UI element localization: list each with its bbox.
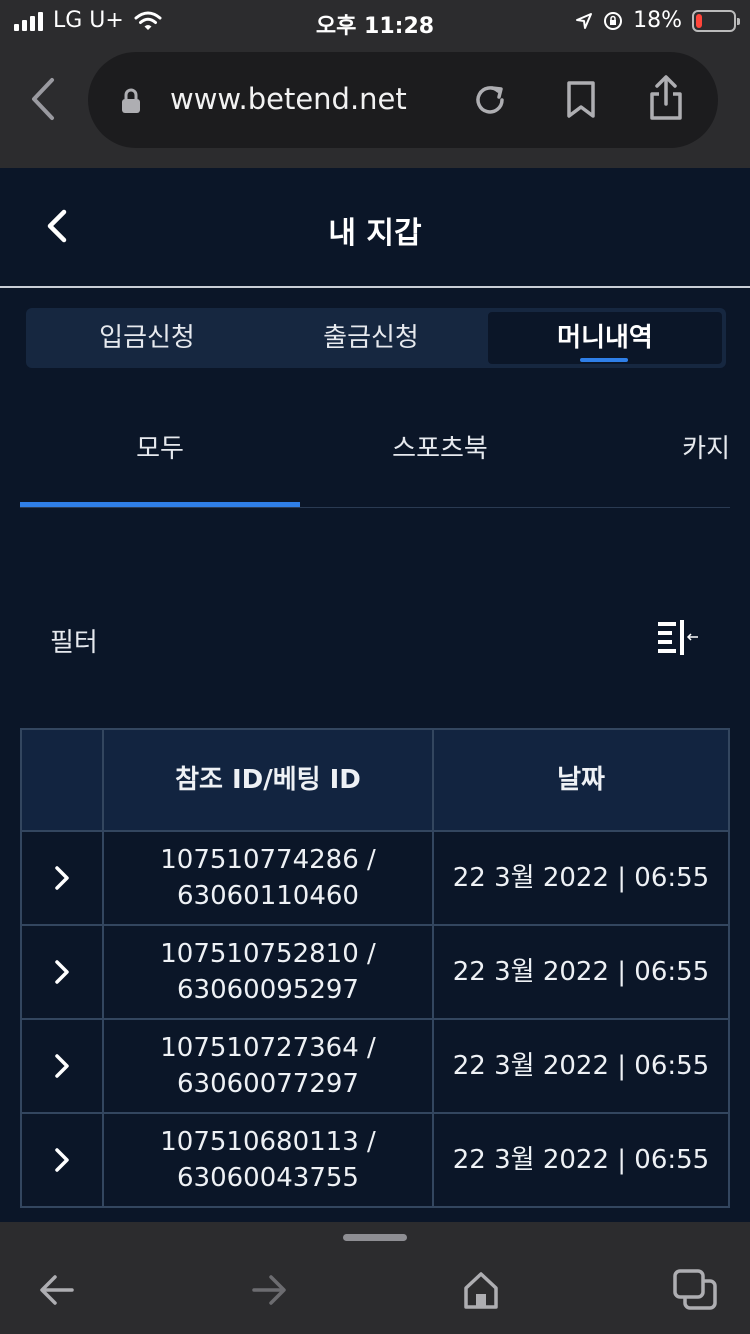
app-header: 내 지갑 [0, 168, 750, 288]
table-row[interactable]: 107510727364 / 63060077297 22 3월 2022 | … [22, 1018, 728, 1112]
location-icon [576, 12, 593, 29]
filter-label[interactable]: 필터 [50, 622, 98, 659]
expand-chevron-icon[interactable] [22, 926, 102, 1018]
browser-bottom-toolbar [0, 1222, 750, 1334]
url-text[interactable]: www.betend.net [170, 82, 407, 116]
table-row[interactable]: 107510680113 / 63060043755 22 3월 2022 | … [22, 1112, 728, 1206]
header-expand-column [22, 730, 102, 830]
table-row[interactable]: 107510752810 / 63060095297 22 3월 2022 | … [22, 924, 728, 1018]
address-bar[interactable]: www.betend.net [88, 52, 718, 148]
page-title: 내 지갑 [328, 216, 422, 251]
ref-bet-id-cell: 107510774286 / 63060110460 [102, 832, 432, 924]
bet-id: 63060110460 [177, 881, 359, 911]
subtab-sportsbook[interactable]: 스포츠북 [300, 428, 580, 465]
tab-deposit-request[interactable]: 입금신청 [30, 312, 264, 364]
bet-id: 63060043755 [177, 1163, 359, 1193]
expand-chevron-icon[interactable] [22, 1114, 102, 1206]
tab-money-history[interactable]: 머니내역 [488, 312, 722, 364]
bet-id: 63060077297 [177, 1069, 359, 1099]
ref-id: 107510774286 / [160, 845, 376, 875]
wallet-segment-tabs: 입금신청 출금신청 머니내역 [26, 308, 726, 368]
battery-icon [692, 9, 740, 32]
ref-bet-id-cell: 107510680113 / 63060043755 [102, 1114, 432, 1206]
date-cell: 22 3월 2022 | 06:55 [432, 832, 728, 924]
active-subtab-indicator [20, 502, 300, 507]
subtab-all[interactable]: 모두 [20, 428, 300, 465]
toolbar-handle[interactable] [343, 1234, 407, 1241]
tab-money-history-label: 머니내역 [557, 323, 653, 353]
tabs-icon[interactable] [672, 1268, 718, 1312]
date-cell: 22 3월 2022 | 06:55 [432, 1114, 728, 1206]
bet-id: 63060095297 [177, 975, 359, 1005]
header-date: 날짜 [432, 730, 728, 830]
active-tab-indicator [580, 358, 628, 362]
money-history-table: 참조 ID/베팅 ID 날짜 107510774286 / 6306011046… [20, 728, 730, 1208]
bookmark-icon[interactable] [564, 80, 598, 120]
reload-icon[interactable] [470, 80, 510, 120]
date-cell: 22 3월 2022 | 06:55 [432, 926, 728, 1018]
filter-collapse-icon[interactable] [656, 618, 700, 656]
table-row[interactable]: 107510774286 / 63060110460 22 3월 2022 | … [22, 830, 728, 924]
share-icon[interactable] [648, 74, 684, 122]
category-tabs: 모두 스포츠북 카지 [20, 400, 730, 508]
lock-icon [122, 88, 140, 113]
ref-bet-id-cell: 107510752810 / 63060095297 [102, 926, 432, 1018]
ref-id: 107510680113 / [160, 1127, 376, 1157]
ref-bet-id-cell: 107510727364 / 63060077297 [102, 1020, 432, 1112]
forward-arrow-icon[interactable] [250, 1272, 288, 1308]
expand-chevron-icon[interactable] [22, 1020, 102, 1112]
header-ref-id: 참조 ID/베팅 ID [102, 730, 432, 830]
tab-withdraw-request[interactable]: 출금신청 [254, 312, 488, 364]
battery-percent: 18% [633, 8, 682, 33]
browser-toolbar: www.betend.net [0, 44, 750, 168]
subtab-casino[interactable]: 카지 [580, 428, 730, 465]
date-cell: 22 3월 2022 | 06:55 [432, 1020, 728, 1112]
back-arrow-icon[interactable] [38, 1272, 76, 1308]
ref-id: 107510752810 / [160, 939, 376, 969]
ref-id: 107510727364 / [160, 1033, 376, 1063]
orientation-lock-icon [604, 11, 623, 30]
status-bar: LG U+ 오후 11:28 18% [0, 0, 750, 44]
table-header-row: 참조 ID/베팅 ID 날짜 [22, 730, 728, 830]
expand-chevron-icon[interactable] [22, 832, 102, 924]
home-icon[interactable] [462, 1270, 500, 1310]
back-icon[interactable] [22, 74, 62, 124]
